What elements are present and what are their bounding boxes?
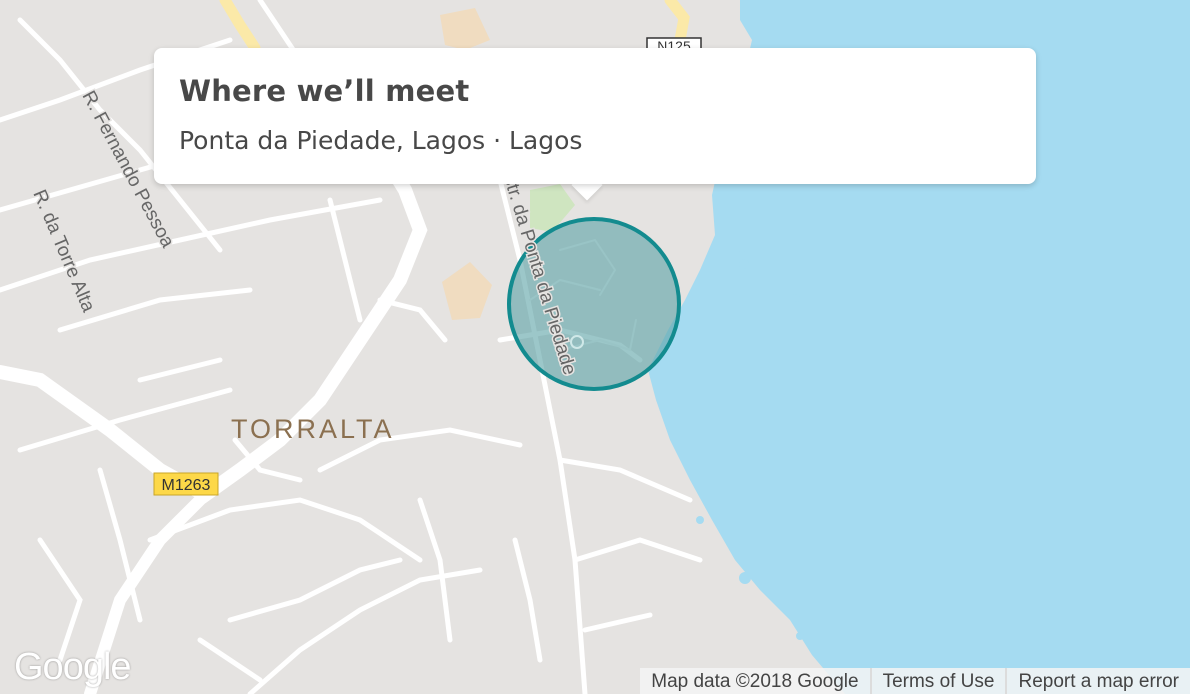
card-location: Ponta da Piedade, Lagos · Lagos [179, 126, 583, 155]
report-map-error-link[interactable]: Report a map error [1005, 668, 1190, 694]
card-title: Where we’ll meet [179, 74, 470, 108]
google-logo: Google [14, 646, 132, 688]
map-attribution-bar: Map data ©2018 Google Terms of Use Repor… [640, 668, 1190, 694]
terms-of-use-link[interactable]: Terms of Use [869, 668, 1006, 694]
route-shield-m1263: M1263 [153, 472, 219, 496]
meeting-info-card: Where we’ll meet Ponta da Piedade, Lagos… [154, 48, 1036, 184]
map-data-text: Map data ©2018 Google [640, 668, 870, 694]
area-label-torralta: TORRALTA [231, 414, 395, 444]
route-shield-m1263-text: M1263 [162, 477, 211, 494]
